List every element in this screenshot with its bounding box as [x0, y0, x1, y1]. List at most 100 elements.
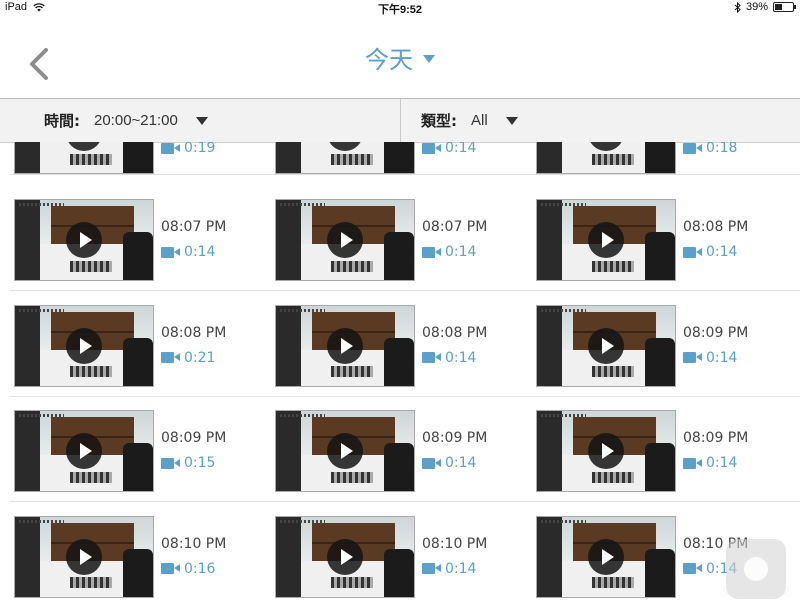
status-bar: iPad 下午9:52 39%: [0, 0, 800, 16]
clip-duration: 0:14: [422, 244, 476, 260]
status-time: 下午9:52: [377, 4, 423, 16]
clip-item[interactable]: 0:18: [536, 142, 797, 175]
assistive-touch-button[interactable]: [726, 539, 786, 599]
clip-duration: 0:15: [161, 455, 215, 471]
clip-thumbnail[interactable]: [14, 142, 154, 174]
video-camera-icon: [161, 352, 180, 363]
video-camera-icon: [683, 457, 702, 469]
clip-thumbnail[interactable]: [536, 515, 676, 598]
video-camera-icon: [422, 563, 441, 574]
clip-thumbnail[interactable]: [536, 304, 676, 387]
clip-duration-text: 0:16: [184, 560, 216, 577]
play-icon: [66, 538, 102, 575]
play-icon: [66, 433, 102, 469]
clip-item[interactable]: 08:10 PM 0:16: [14, 503, 275, 600]
clip-row: 08:10 PM 0:16 08:10 PM 0:14 08:10 PM 0:14: [0, 503, 800, 600]
video-camera-icon: [422, 246, 441, 258]
clip-time: 08:08 PM: [161, 324, 227, 341]
row-divider: [10, 174, 800, 175]
clip-duration-text: 0:15: [184, 455, 216, 471]
clip-item[interactable]: 08:07 PM 0:14: [14, 186, 275, 291]
filter-bar: 時間: 20:00~21:00 類型: All: [0, 99, 800, 143]
clip-time: 08:09 PM: [683, 430, 749, 446]
clip-item[interactable]: 0:14: [275, 142, 536, 175]
clip-time: 08:08 PM: [683, 219, 749, 235]
clip-thumbnail[interactable]: [536, 410, 676, 492]
clip-item[interactable]: 08:09 PM 0:14: [536, 292, 797, 397]
video-camera-icon: [161, 457, 180, 469]
clip-item[interactable]: 08:09 PM 0:14: [536, 397, 797, 502]
clip-item[interactable]: 08:08 PM 0:14: [536, 186, 797, 291]
caret-down-icon: [423, 55, 435, 63]
video-camera-icon: [161, 246, 180, 258]
video-grid[interactable]: 0:19 0:14 0:18 08:07 PM 0:14 08:07 PM 0:14 08:0…: [0, 142, 800, 600]
clip-duration: 0:14: [683, 350, 737, 366]
clip-duration: 0:14: [422, 142, 476, 156]
clip-item[interactable]: 0:19: [14, 142, 275, 175]
clip-duration-text: 0:14: [445, 455, 477, 471]
clip-duration: 0:19: [161, 142, 215, 156]
time-filter[interactable]: 時間: 20:00~21:00: [44, 99, 208, 142]
video-camera-icon: [422, 142, 441, 154]
clip-row: 08:07 PM 0:14 08:07 PM 0:14 08:08 PM 0:14: [0, 186, 800, 291]
clip-duration-text: 0:18: [706, 142, 738, 156]
time-filter-label: 時間:: [44, 112, 80, 130]
clip-thumbnail[interactable]: [275, 515, 415, 598]
caret-down-icon: [195, 116, 208, 125]
clip-time: 08:07 PM: [422, 219, 488, 235]
clip-thumbnail[interactable]: [275, 142, 415, 174]
clip-time: 08:10 PM: [422, 535, 488, 552]
clip-time: 08:10 PM: [161, 535, 227, 552]
play-icon: [327, 433, 363, 469]
play-icon: [588, 538, 624, 575]
video-camera-icon: [683, 352, 702, 363]
clip-item[interactable]: 08:09 PM 0:15: [14, 397, 275, 502]
play-icon: [588, 222, 624, 258]
clip-thumbnail[interactable]: [275, 410, 415, 492]
clip-duration: 0:21: [161, 350, 215, 366]
battery-percent: 39%: [745, 1, 768, 13]
clip-duration: 0:14: [683, 455, 737, 471]
play-icon: [588, 327, 624, 364]
clip-duration-text: 0:21: [184, 349, 216, 366]
date-selector[interactable]: 今天: [0, 40, 800, 75]
video-camera-icon: [683, 142, 702, 154]
clip-thumbnail[interactable]: [14, 410, 154, 492]
clip-time: 08:09 PM: [683, 324, 749, 341]
clip-duration: 0:14: [683, 244, 737, 260]
clip-thumbnail[interactable]: [275, 304, 415, 387]
video-camera-icon: [161, 142, 180, 154]
clip-duration-text: 0:14: [706, 455, 738, 471]
video-camera-icon: [422, 457, 441, 469]
video-camera-icon: [422, 352, 441, 363]
clip-thumbnail[interactable]: [275, 199, 415, 281]
clip-thumbnail[interactable]: [536, 142, 676, 174]
clip-item[interactable]: 08:09 PM 0:14: [275, 397, 536, 502]
clip-thumbnail[interactable]: [14, 515, 154, 598]
video-camera-icon: [683, 563, 702, 574]
clip-time: 08:09 PM: [422, 430, 488, 446]
page-title: 今天: [365, 46, 413, 74]
clip-duration: 0:14: [422, 350, 476, 366]
battery-icon: [773, 2, 796, 12]
clip-item[interactable]: 08:07 PM 0:14: [275, 186, 536, 291]
clip-duration-text: 0:14: [445, 349, 477, 366]
clip-duration-text: 0:14: [445, 142, 477, 156]
clip-duration-text: 0:14: [184, 244, 216, 260]
clip-duration: 0:16: [161, 561, 215, 577]
clip-thumbnail[interactable]: [14, 199, 154, 281]
clip-thumbnail[interactable]: [14, 304, 154, 387]
play-icon: [66, 327, 102, 364]
clip-item[interactable]: 08:08 PM 0:21: [14, 292, 275, 397]
clip-item[interactable]: 08:10 PM 0:14: [275, 503, 536, 600]
video-camera-icon: [683, 246, 702, 258]
time-filter-value: 20:00~21:00: [94, 112, 178, 129]
bluetooth-icon: [734, 1, 741, 13]
clip-item[interactable]: 08:08 PM 0:14: [275, 292, 536, 397]
type-filter-value: All: [471, 112, 488, 129]
nav-bar: 今天: [0, 16, 800, 99]
clip-duration: 0:18: [683, 142, 737, 156]
type-filter[interactable]: 類型: All: [421, 99, 518, 142]
clip-duration: 0:14: [161, 244, 215, 260]
clip-thumbnail[interactable]: [536, 199, 676, 281]
